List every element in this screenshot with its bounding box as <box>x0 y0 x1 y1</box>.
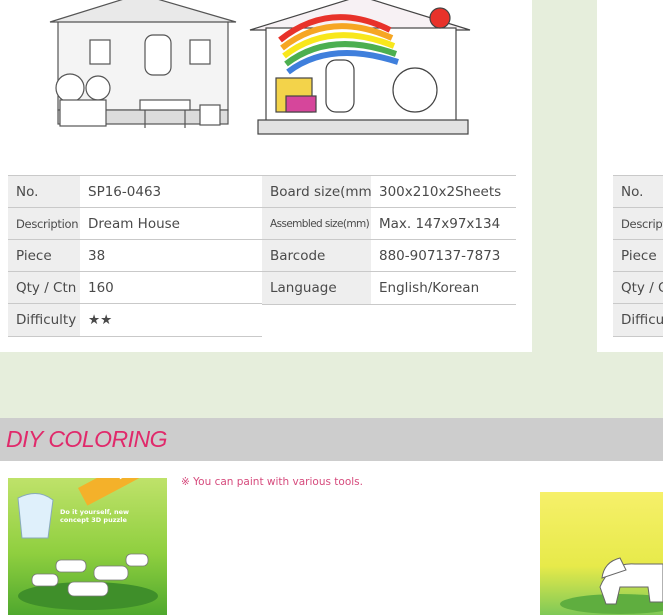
spec-row-description: Description Dream House <box>8 207 262 240</box>
spec-label: Language <box>262 272 371 304</box>
spec-label: Difficul <box>613 304 663 336</box>
spec-value: 38 <box>88 248 106 264</box>
spec-label: Descript <box>613 208 663 240</box>
product-box-image: Zoo Zoo Do it yourself, new concept 3D p… <box>8 478 167 615</box>
spec-label: No. <box>613 176 663 208</box>
spec-row-barcode: Barcode 880-907137-7873 <box>262 239 516 272</box>
spec-label: Board size(mm) <box>262 176 371 208</box>
spec-row-piece: Piece 38 <box>8 239 262 272</box>
spec-value: 880-907137-7873 <box>379 248 501 264</box>
spec-label: Difficulty <box>8 304 80 336</box>
spec-row-board-size: Board size(mm) 300x210x2Sheets <box>262 175 516 208</box>
spec-row-description: Descript <box>613 207 663 240</box>
difficulty-stars: ★★ <box>88 312 113 328</box>
spec-row-no: No. <box>613 175 663 208</box>
spec-label: Assembled size(mm) <box>262 208 371 240</box>
spec-value: 300x210x2Sheets <box>379 184 502 200</box>
spec-label: Piece <box>613 240 663 272</box>
spec-label: Description <box>8 208 80 240</box>
section-title: DIY COLORING <box>6 426 168 452</box>
spec-label: Qty / C <box>613 272 663 304</box>
spec-row-qty: Qty / C <box>613 271 663 304</box>
spec-value: SP16-0463 <box>88 184 162 200</box>
spec-label: Barcode <box>262 240 371 272</box>
spec-label: Piece <box>8 240 80 272</box>
spec-label: Qty / Ctn <box>8 272 80 304</box>
spec-row-difficulty: Difficul <box>613 303 663 337</box>
colored-house-image <box>249 0 471 135</box>
spec-row-difficulty: Difficulty ★★ <box>8 303 262 337</box>
spec-row-assembled-size: Assembled size(mm) Max. 147x97x134 <box>262 207 516 240</box>
plain-house-image <box>49 0 237 128</box>
spec-label: No. <box>8 176 80 208</box>
spec-value: Max. 147x97x134 <box>379 216 501 232</box>
spec-value: Dream House <box>88 216 180 232</box>
spec-row-qty: Qty / Ctn 160 <box>8 271 262 304</box>
house-illustration <box>49 0 471 135</box>
spec-row-no: No. SP16-0463 <box>8 175 262 208</box>
spec-row-language: Language English/Korean <box>262 271 516 305</box>
product-card: No. SP16-0463 Description Dream House Pi… <box>0 0 532 352</box>
next-product-card: No. Descript Piece Qty / C Difficul <box>597 0 663 352</box>
spec-value: English/Korean <box>379 280 480 296</box>
section-header: DIY COLORING <box>0 418 663 461</box>
spec-value: 160 <box>88 280 114 296</box>
spec-row-piece: Piece <box>613 239 663 272</box>
section-note: ※ You can paint with various tools. <box>181 476 363 488</box>
box-tagline: Do it yourself, new concept 3D puzzle <box>60 508 130 524</box>
horse-figure-image <box>540 492 663 615</box>
